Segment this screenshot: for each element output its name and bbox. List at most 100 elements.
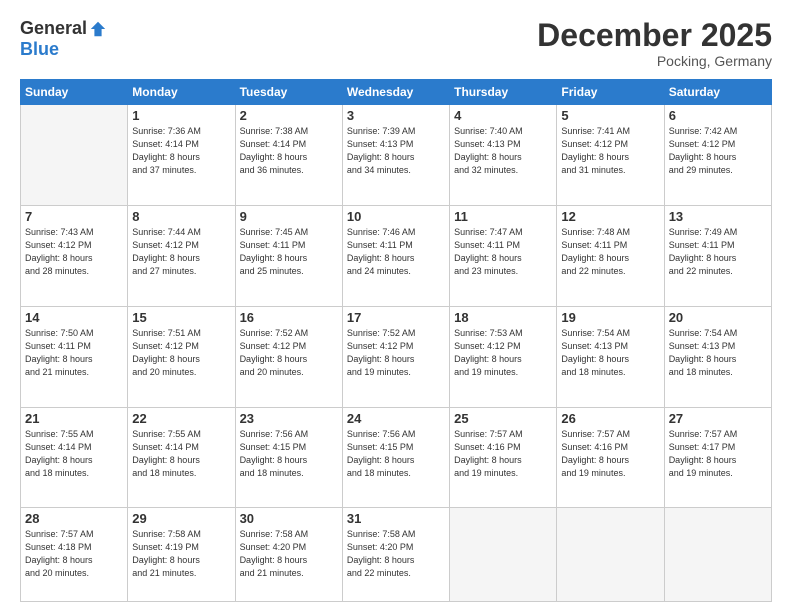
day-number: 4 bbox=[454, 108, 552, 123]
day-info: Sunrise: 7:48 AM Sunset: 4:11 PM Dayligh… bbox=[561, 226, 659, 278]
calendar-cell: 3Sunrise: 7:39 AM Sunset: 4:13 PM Daylig… bbox=[342, 105, 449, 206]
day-number: 27 bbox=[669, 411, 767, 426]
calendar-cell: 20Sunrise: 7:54 AM Sunset: 4:13 PM Dayli… bbox=[664, 306, 771, 407]
day-number: 24 bbox=[347, 411, 445, 426]
col-header-thursday: Thursday bbox=[450, 80, 557, 105]
day-number: 21 bbox=[25, 411, 123, 426]
title-block: December 2025 Pocking, Germany bbox=[537, 18, 772, 69]
day-info: Sunrise: 7:40 AM Sunset: 4:13 PM Dayligh… bbox=[454, 125, 552, 177]
day-number: 6 bbox=[669, 108, 767, 123]
calendar-cell: 30Sunrise: 7:58 AM Sunset: 4:20 PM Dayli… bbox=[235, 508, 342, 602]
day-number: 5 bbox=[561, 108, 659, 123]
day-number: 31 bbox=[347, 511, 445, 526]
day-info: Sunrise: 7:56 AM Sunset: 4:15 PM Dayligh… bbox=[347, 428, 445, 480]
calendar-cell: 12Sunrise: 7:48 AM Sunset: 4:11 PM Dayli… bbox=[557, 205, 664, 306]
calendar-cell: 31 Sunrise: 7:58 AM Sunset: 4:20 PM Dayli… bbox=[342, 508, 449, 602]
day-number: 18 bbox=[454, 310, 552, 325]
day-info: Sunrise: 7:44 AM Sunset: 4:12 PM Dayligh… bbox=[132, 226, 230, 278]
day-info: Sunrise: 7:36 AM Sunset: 4:14 PM Dayligh… bbox=[132, 125, 230, 177]
day-number: 10 bbox=[347, 209, 445, 224]
calendar-cell: 16 Sunrise: 7:52 AM Sunset: 4:12 PM Dayli… bbox=[235, 306, 342, 407]
calendar-cell bbox=[450, 508, 557, 602]
day-number: 2 bbox=[240, 108, 338, 123]
day-number: 22 bbox=[132, 411, 230, 426]
calendar-cell: 14 Sunrise: 7:50 AM Sunset: 4:11 PM Dayli… bbox=[21, 306, 128, 407]
day-number: 25 bbox=[454, 411, 552, 426]
calendar-week-1: 7 Sunrise: 7:43 AM Sunset: 4:12 PM Daylig… bbox=[21, 205, 772, 306]
day-info: Sunrise: 7:56 AM Sunset: 4:15 PM Dayligh… bbox=[240, 428, 338, 480]
logo-general: General bbox=[20, 18, 87, 39]
calendar-week-3: 21 Sunrise: 7:55 AM Sunset: 4:14 PM Dayli… bbox=[21, 407, 772, 508]
logo: General Blue bbox=[20, 18, 107, 60]
calendar-cell: 11Sunrise: 7:47 AM Sunset: 4:11 PM Dayli… bbox=[450, 205, 557, 306]
col-header-friday: Friday bbox=[557, 80, 664, 105]
day-number: 29 bbox=[132, 511, 230, 526]
day-number: 8 bbox=[132, 209, 230, 224]
day-info: Sunrise: 7:39 AM Sunset: 4:13 PM Dayligh… bbox=[347, 125, 445, 177]
day-info: Sunrise: 7:38 AM Sunset: 4:14 PM Dayligh… bbox=[240, 125, 338, 177]
calendar-cell: 1 Sunrise: 7:36 AM Sunset: 4:14 PM Daylig… bbox=[128, 105, 235, 206]
day-info: Sunrise: 7:57 AM Sunset: 4:18 PM Dayligh… bbox=[25, 528, 123, 580]
day-info: Sunrise: 7:50 AM Sunset: 4:11 PM Dayligh… bbox=[25, 327, 123, 379]
calendar-cell: 18 Sunrise: 7:53 AM Sunset: 4:12 PM Dayli… bbox=[450, 306, 557, 407]
calendar-cell: 6 Sunrise: 7:42 AM Sunset: 4:12 PM Daylig… bbox=[664, 105, 771, 206]
calendar-week-4: 28 Sunrise: 7:57 AM Sunset: 4:18 PM Dayli… bbox=[21, 508, 772, 602]
logo-blue: Blue bbox=[20, 39, 59, 60]
calendar-cell: 28 Sunrise: 7:57 AM Sunset: 4:18 PM Dayli… bbox=[21, 508, 128, 602]
day-info: Sunrise: 7:49 AM Sunset: 4:11 PM Dayligh… bbox=[669, 226, 767, 278]
day-number: 1 bbox=[132, 108, 230, 123]
day-info: Sunrise: 7:55 AM Sunset: 4:14 PM Dayligh… bbox=[25, 428, 123, 480]
day-info: Sunrise: 7:58 AM Sunset: 4:20 PM Dayligh… bbox=[347, 528, 445, 580]
calendar-cell: 21 Sunrise: 7:55 AM Sunset: 4:14 PM Dayli… bbox=[21, 407, 128, 508]
calendar-cell: 5 Sunrise: 7:41 AM Sunset: 4:12 PM Daylig… bbox=[557, 105, 664, 206]
day-number: 19 bbox=[561, 310, 659, 325]
day-number: 28 bbox=[25, 511, 123, 526]
page: General Blue December 2025 Pocking, Germ… bbox=[0, 0, 792, 612]
day-info: Sunrise: 7:41 AM Sunset: 4:12 PM Dayligh… bbox=[561, 125, 659, 177]
day-number: 13 bbox=[669, 209, 767, 224]
calendar-cell: 17Sunrise: 7:52 AM Sunset: 4:12 PM Dayli… bbox=[342, 306, 449, 407]
day-info: Sunrise: 7:55 AM Sunset: 4:14 PM Dayligh… bbox=[132, 428, 230, 480]
logo-icon bbox=[89, 20, 107, 38]
day-info: Sunrise: 7:58 AM Sunset: 4:20 PM Dayligh… bbox=[240, 528, 338, 580]
day-number: 9 bbox=[240, 209, 338, 224]
location: Pocking, Germany bbox=[537, 53, 772, 69]
calendar-cell: 2 Sunrise: 7:38 AM Sunset: 4:14 PM Daylig… bbox=[235, 105, 342, 206]
day-info: Sunrise: 7:57 AM Sunset: 4:17 PM Dayligh… bbox=[669, 428, 767, 480]
calendar-cell: 26Sunrise: 7:57 AM Sunset: 4:16 PM Dayli… bbox=[557, 407, 664, 508]
col-header-saturday: Saturday bbox=[664, 80, 771, 105]
day-number: 20 bbox=[669, 310, 767, 325]
day-info: Sunrise: 7:45 AM Sunset: 4:11 PM Dayligh… bbox=[240, 226, 338, 278]
calendar-cell: 8 Sunrise: 7:44 AM Sunset: 4:12 PM Daylig… bbox=[128, 205, 235, 306]
day-info: Sunrise: 7:57 AM Sunset: 4:16 PM Dayligh… bbox=[561, 428, 659, 480]
calendar-week-2: 14 Sunrise: 7:50 AM Sunset: 4:11 PM Dayli… bbox=[21, 306, 772, 407]
calendar-cell: 27 Sunrise: 7:57 AM Sunset: 4:17 PM Dayli… bbox=[664, 407, 771, 508]
calendar-cell: 10 Sunrise: 7:46 AM Sunset: 4:11 PM Dayli… bbox=[342, 205, 449, 306]
month-title: December 2025 bbox=[537, 18, 772, 53]
day-info: Sunrise: 7:47 AM Sunset: 4:11 PM Dayligh… bbox=[454, 226, 552, 278]
calendar-header-row: SundayMondayTuesdayWednesdayThursdayFrid… bbox=[21, 80, 772, 105]
day-number: 16 bbox=[240, 310, 338, 325]
day-info: Sunrise: 7:42 AM Sunset: 4:12 PM Dayligh… bbox=[669, 125, 767, 177]
day-number: 14 bbox=[25, 310, 123, 325]
calendar-cell: 4 Sunrise: 7:40 AM Sunset: 4:13 PM Daylig… bbox=[450, 105, 557, 206]
calendar-week-0: 1 Sunrise: 7:36 AM Sunset: 4:14 PM Daylig… bbox=[21, 105, 772, 206]
day-info: Sunrise: 7:43 AM Sunset: 4:12 PM Dayligh… bbox=[25, 226, 123, 278]
day-info: Sunrise: 7:52 AM Sunset: 4:12 PM Dayligh… bbox=[240, 327, 338, 379]
day-info: Sunrise: 7:54 AM Sunset: 4:13 PM Dayligh… bbox=[561, 327, 659, 379]
day-info: Sunrise: 7:46 AM Sunset: 4:11 PM Dayligh… bbox=[347, 226, 445, 278]
day-number: 23 bbox=[240, 411, 338, 426]
calendar-cell: 25Sunrise: 7:57 AM Sunset: 4:16 PM Dayli… bbox=[450, 407, 557, 508]
day-number: 7 bbox=[25, 209, 123, 224]
day-info: Sunrise: 7:53 AM Sunset: 4:12 PM Dayligh… bbox=[454, 327, 552, 379]
calendar-cell: 29 Sunrise: 7:58 AM Sunset: 4:19 PM Dayli… bbox=[128, 508, 235, 602]
col-header-tuesday: Tuesday bbox=[235, 80, 342, 105]
calendar-cell bbox=[664, 508, 771, 602]
day-info: Sunrise: 7:58 AM Sunset: 4:19 PM Dayligh… bbox=[132, 528, 230, 580]
calendar-cell: 7 Sunrise: 7:43 AM Sunset: 4:12 PM Daylig… bbox=[21, 205, 128, 306]
calendar-cell: 22 Sunrise: 7:55 AM Sunset: 4:14 PM Dayli… bbox=[128, 407, 235, 508]
calendar-cell: 13 Sunrise: 7:49 AM Sunset: 4:11 PM Dayli… bbox=[664, 205, 771, 306]
header: General Blue December 2025 Pocking, Germ… bbox=[20, 18, 772, 69]
calendar-cell: 23 Sunrise: 7:56 AM Sunset: 4:15 PM Dayli… bbox=[235, 407, 342, 508]
col-header-sunday: Sunday bbox=[21, 80, 128, 105]
